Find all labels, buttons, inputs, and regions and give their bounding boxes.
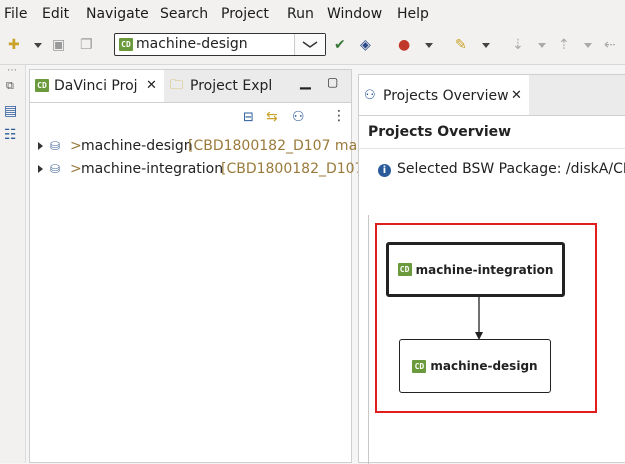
next-annotation-dropdown-icon[interactable] [538,43,546,48]
tree-item-label: machine-design [81,138,193,154]
git-prefix: > [70,138,82,154]
tree-item-branch: [CBD1800182_D107 r [221,161,374,177]
menu-search[interactable]: Search [160,6,208,22]
menu-bar: File Edit Navigate Search Project Run Wi… [0,0,625,28]
minimize-icon[interactable]: ▁ [300,74,311,90]
tab-label: Projects Overview [383,88,509,104]
menu-edit[interactable]: Edit [42,6,69,22]
folder-icon: 🗀 [170,78,184,93]
info-icon: i [378,164,391,177]
run-icon[interactable]: ● [398,37,410,53]
project-dropdown-button[interactable] [294,34,325,55]
project-icon: CD [119,38,133,51]
back-icon[interactable]: ⇠ [604,37,616,53]
project-selector[interactable]: CD machine-design [114,33,326,56]
project-node-icon: ⛁ [50,162,61,176]
close-icon[interactable]: ✕ [511,75,522,117]
prev-annotation-dropdown-icon[interactable] [584,43,592,48]
close-icon[interactable]: ✕ [146,70,157,102]
menu-navigate[interactable]: Navigate [86,6,149,22]
menu-project[interactable]: Project [221,6,269,22]
git-prefix: > [70,161,82,177]
collapse-all-icon[interactable]: ⊟ [243,110,254,125]
dependency-arrow [475,297,483,340]
node-machine-integration[interactable]: CD machine-integration [386,242,565,297]
new-icon[interactable]: ✚ [8,37,20,53]
view-icon[interactable]: ▤ [4,103,17,119]
tab-projects-overview[interactable]: ⚇ Projects Overview ✕ [359,75,529,115]
project-node-icon: ⛁ [50,139,61,153]
chevron-down-icon [302,41,318,48]
tool-icon[interactable]: ✎ [455,37,467,53]
selected-project-text: machine-design [136,36,248,52]
overview-title: Projects Overview [368,124,512,140]
validate-icon[interactable]: ✔ [334,37,346,53]
maximize-icon[interactable]: ▢ [327,75,338,89]
davinci-icon: CD [35,79,49,92]
link-editor-icon[interactable]: ⇆ [266,109,278,125]
side-trim-bar: ⋯ ⧉ ▤ ☷ [0,65,26,463]
project-icon: CD [412,359,427,373]
hierarchy-icon[interactable]: ⚇ [292,109,305,125]
menu-file[interactable]: File [4,6,27,22]
tab-label: DaVinci Proj [54,78,138,94]
tab-davinci-projects[interactable]: CD DaVinci Proj ✕ [30,70,164,102]
left-view-tabs: CD DaVinci Proj ✕ 🗀 Project Expl ▁ ▢ [30,70,351,103]
save-icon[interactable]: ▣ [52,37,65,53]
grip-icon: ⋯ [7,65,17,76]
tree-item-branch: [CBD1800182_D107 main [188,138,370,154]
node-label: machine-design [430,359,538,373]
node-machine-design[interactable]: CD machine-design [399,339,551,393]
menu-window[interactable]: Window [327,6,382,22]
new-dropdown-icon[interactable] [34,43,42,48]
generate-icon[interactable]: ◈ [360,37,371,53]
outline-icon[interactable]: ☷ [4,127,17,143]
restore-icon[interactable]: ⧉ [6,79,14,93]
expand-arrow-icon[interactable] [38,142,43,150]
overview-icon: ⚇ [364,88,376,103]
run-dropdown-icon[interactable] [425,43,433,48]
view-menu-icon[interactable]: ⋮ [332,108,346,124]
title-divider [359,148,625,149]
menu-run[interactable]: Run [287,6,314,22]
tree-item-label: machine-integration [81,161,224,177]
diagram-edge [368,215,369,464]
tab-label: Project Expl [190,78,273,94]
project-icon: CD [397,263,412,276]
prev-annotation-icon[interactable]: ⇡ [558,37,570,53]
node-label: machine-integration [415,262,554,277]
selected-bsw-package: Selected BSW Package: /diskA/CBI [397,161,625,177]
tab-project-explorer[interactable]: 🗀 Project Expl [166,70,276,102]
next-annotation-icon[interactable]: ⇣ [512,37,524,53]
expand-arrow-icon[interactable] [38,165,43,173]
davinci-project-view: CD DaVinci Proj ✕ 🗀 Project Expl ▁ ▢ ⊟ ⇆… [29,69,374,463]
right-view-tabs: ⚇ Projects Overview ✕ [359,75,625,116]
tool-dropdown-icon[interactable] [482,43,490,48]
save-all-icon[interactable]: ❐ [80,37,93,53]
menu-help[interactable]: Help [397,6,429,22]
